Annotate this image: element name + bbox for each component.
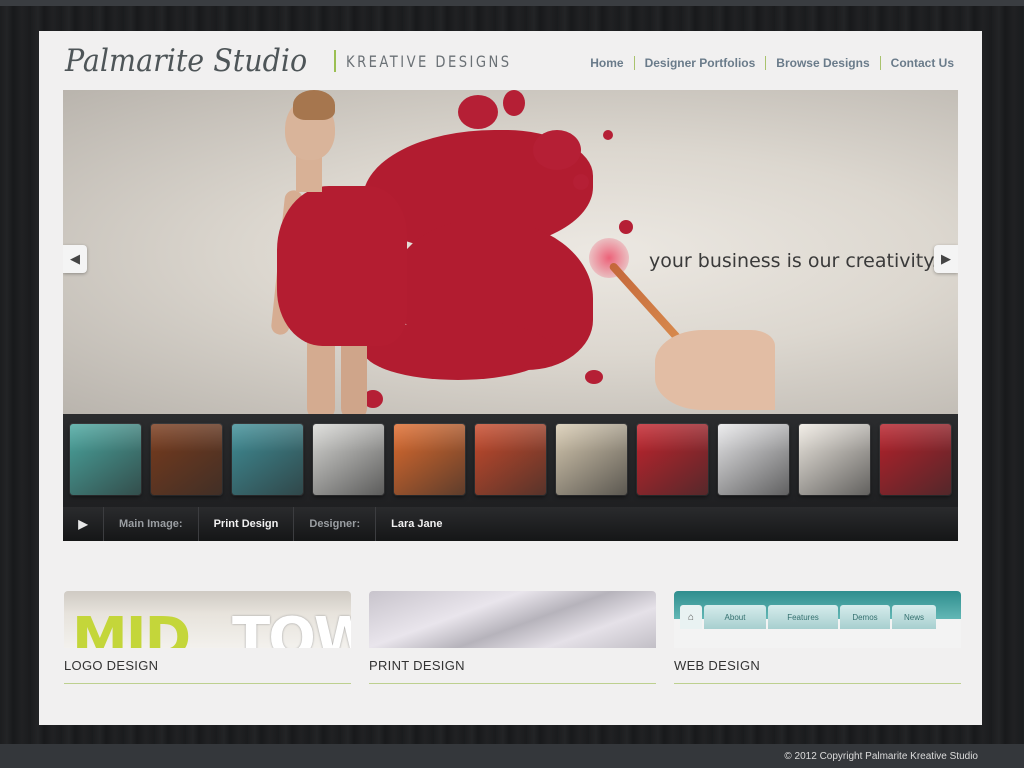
orange-card-thumb[interactable] [394,424,465,495]
coffee-pattern-thumb[interactable] [556,424,627,495]
website-tab: News [892,605,936,629]
thumbnail-shine [232,424,303,453]
category-print-design[interactable]: PRINT DESIGN [369,591,656,684]
thumbnail-strip [63,414,958,507]
website-tab: About [704,605,766,629]
main-image-value: Print Design [199,507,295,541]
thumbnail-shine [718,424,789,453]
main-image-label: Main Image: [104,507,199,541]
paint-splatter [503,90,525,116]
home-icon: ⌂ [680,605,702,629]
thumbnail-shine [394,424,465,453]
paint-splatter [603,130,613,140]
divider [369,683,656,684]
slider-prev-button[interactable]: ◀ [63,245,87,273]
category-logo-design[interactable]: MID TOW LOGO DESIGN [64,591,351,684]
copyright-text: © 2012 Copyright Palmarite Kreative Stud… [784,751,978,762]
top-bar [0,0,1024,6]
thumbnail-shine [151,424,222,453]
emblem-thumb[interactable] [799,424,870,495]
divider [674,683,961,684]
play-icon: ▶ [78,517,88,531]
nav-designer-portfolios[interactable]: Designer Portfolios [633,56,766,70]
thumbnail-shine [475,424,546,453]
paint-splatter [533,130,581,170]
website-tab: Features [768,605,838,629]
cutlery-thumb[interactable] [880,424,951,495]
category-image: ⌂ About Features Demos News [674,591,961,648]
category-image-text: TOW [232,606,351,649]
thumbnail-shine [556,424,627,453]
paint-splatter [458,95,498,129]
play-button[interactable]: ▶ [63,507,104,541]
slider-next-button[interactable]: ▶ [934,245,958,273]
logo-tagline: KREATIVE DESIGNS [346,51,512,71]
category-image: MID TOW [64,591,351,648]
model-dress [277,186,407,346]
circle-graphic-thumb[interactable] [232,424,303,495]
designer-value[interactable]: Lara Jane [376,507,457,541]
page-container: Palmarite Studio KREATIVE DESIGNS Home D… [39,31,982,725]
category-title: WEB DESIGN [674,658,761,673]
bokeh-thumb[interactable] [151,424,222,495]
chevron-right-icon: ▶ [941,251,951,266]
category-web-design[interactable]: ⌂ About Features Demos News WEB DESIGN [674,591,961,684]
retro-stripes-thumb[interactable] [475,424,546,495]
thumbnail-shine [70,424,141,453]
category-title: PRINT DESIGN [369,658,465,673]
thumbnail-shine [637,424,708,453]
site-logo[interactable]: Palmarite Studio KREATIVE DESIGNS [65,41,548,81]
logo-divider [334,50,337,72]
thumbnail-shine [880,424,951,453]
divider [64,683,351,684]
website-tab: Demos [840,605,890,629]
paint-splatter [619,220,633,234]
website-tabs: ⌂ About Features Demos News [680,605,938,629]
hero-slider: your business is our creativity... ◀ ▶ [63,90,958,414]
website-thumb[interactable] [718,424,789,495]
logo-script-text: Palmarite Studio [65,43,308,79]
painter-hand [655,330,775,410]
category-title: LOGO DESIGN [64,658,159,673]
chevron-left-icon: ◀ [70,251,80,266]
business-card-thumb[interactable] [313,424,384,495]
category-image-text: MID [72,606,191,649]
thumbnail-shine [799,424,870,453]
thumbnail-shine [313,424,384,453]
slide-info-bar: ▶ Main Image: Print Design Designer: Lar… [63,507,958,541]
paint-splatter [585,370,603,384]
model-hair [293,90,335,120]
paint-splatter [573,174,589,190]
nav-home[interactable]: Home [580,56,633,70]
footer: © 2012 Copyright Palmarite Kreative Stud… [0,744,1024,768]
teal-cards-thumb[interactable] [70,424,141,495]
eps10-thumb[interactable] [637,424,708,495]
category-image [369,591,656,648]
nav-browse-designs[interactable]: Browse Designs [765,56,879,70]
designer-label: Designer: [294,507,377,541]
nav-contact-us[interactable]: Contact Us [879,56,954,70]
main-nav: Home Designer Portfolios Browse Designs … [580,56,954,70]
hero-caption: your business is our creativity... [649,250,950,272]
